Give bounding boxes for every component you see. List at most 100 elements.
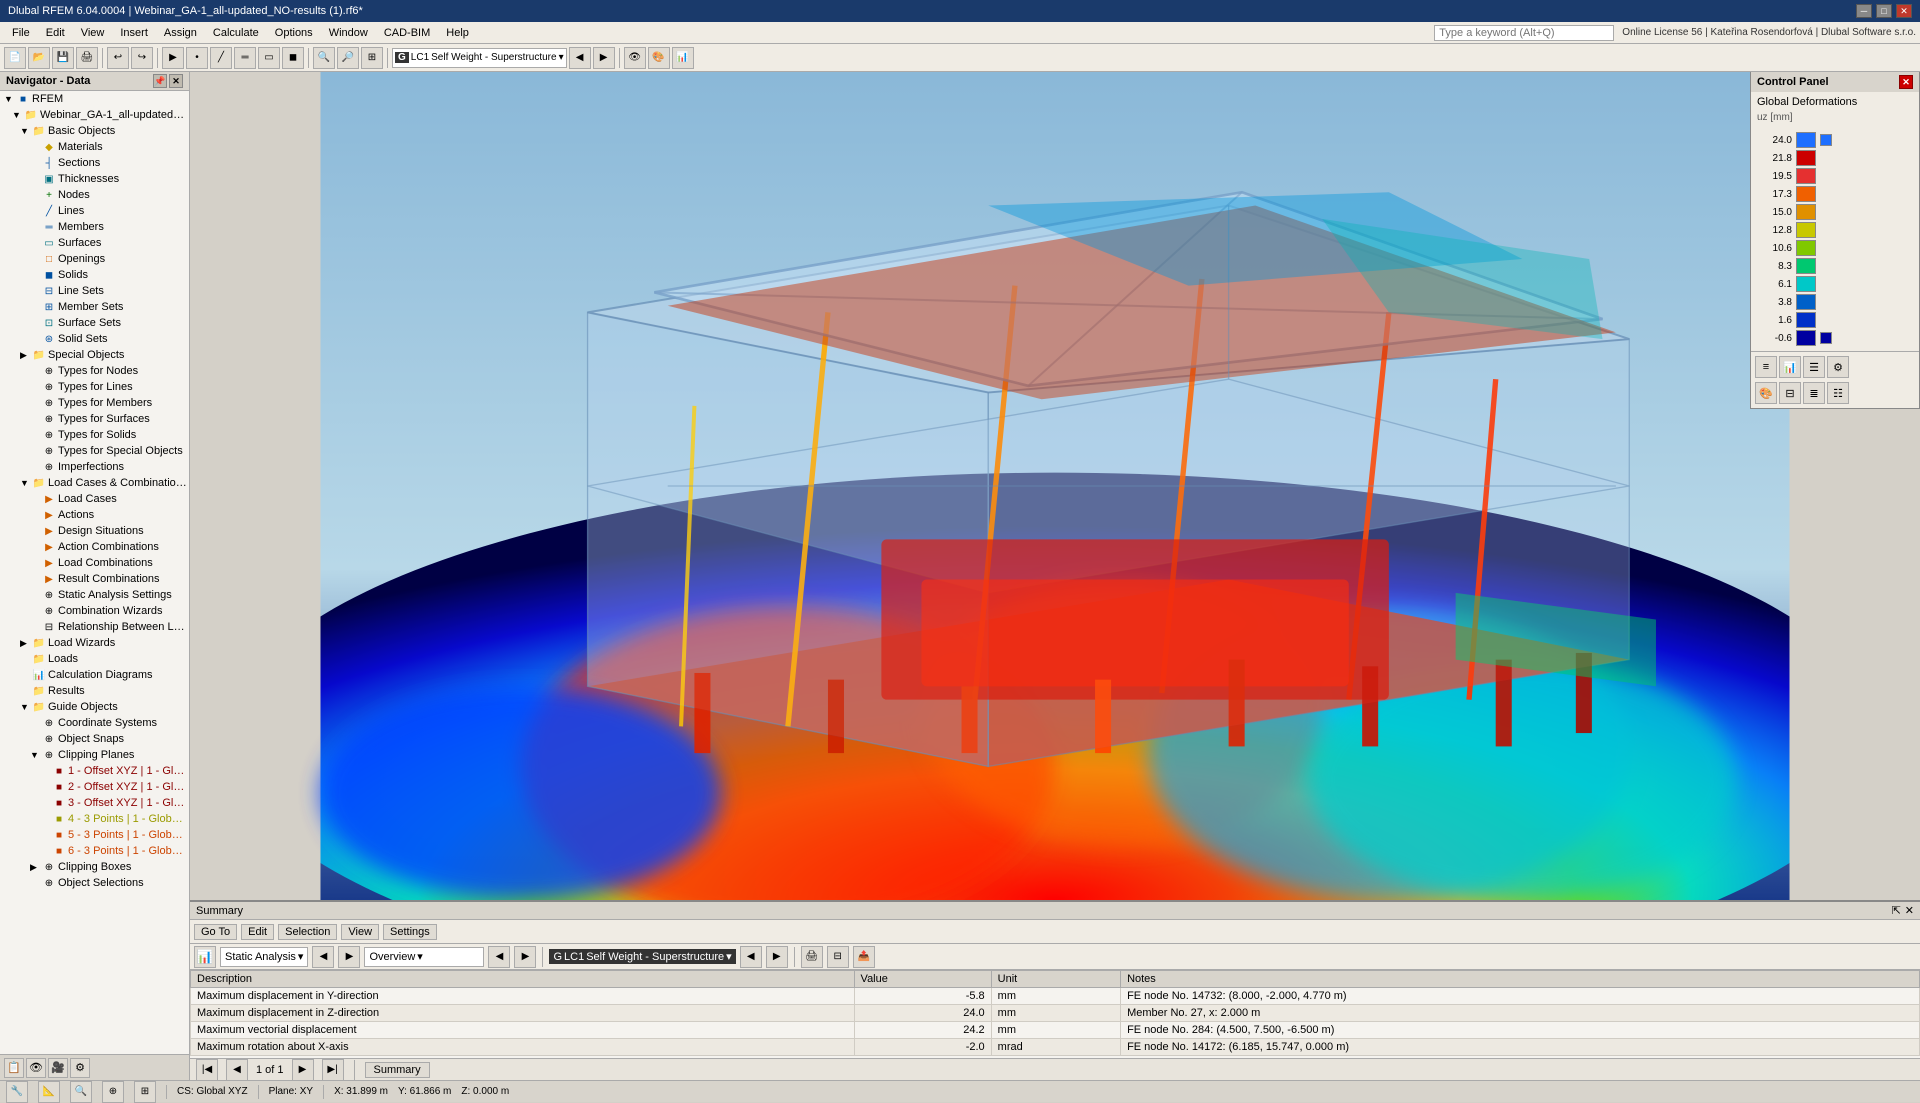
tree-combination-wizards[interactable]: ⊕ Combination Wizards — [0, 603, 189, 619]
solid-button[interactable]: ◼ — [282, 47, 304, 69]
menu-window[interactable]: Window — [321, 25, 376, 41]
surface-button[interactable]: ▭ — [258, 47, 280, 69]
tree-imperfections[interactable]: ⊕ Imperfections — [0, 459, 189, 475]
filter-results-btn[interactable]: ⊟ — [827, 946, 849, 968]
tree-surfaces[interactable]: ▭ Surfaces — [0, 235, 189, 251]
select-button[interactable]: ▶ — [162, 47, 184, 69]
zoom-out-button[interactable]: 🔎 — [337, 47, 359, 69]
prev-page-btn[interactable]: ◀ — [312, 946, 334, 968]
tree-guide-objects[interactable]: ▼ 📁 Guide Objects — [0, 699, 189, 715]
menu-cad-bim[interactable]: CAD-BIM — [376, 25, 438, 41]
prev-page-footer-btn[interactable]: ◀ — [226, 1059, 248, 1081]
close-button[interactable]: ✕ — [1896, 4, 1912, 18]
tree-coordinate-systems[interactable]: ⊕ Coordinate Systems — [0, 715, 189, 731]
tree-types-solids[interactable]: ⊕ Types for Solids — [0, 427, 189, 443]
export-results-btn[interactable]: 📤 — [853, 946, 875, 968]
tree-action-combinations[interactable]: ▶ Action Combinations — [0, 539, 189, 555]
first-page-btn[interactable]: |◀ — [196, 1059, 218, 1081]
tree-members[interactable]: ═ Members — [0, 219, 189, 235]
result-display-button[interactable]: 📊 — [672, 47, 694, 69]
next-page-footer-btn[interactable]: ▶ — [292, 1059, 314, 1081]
tree-relationship-load[interactable]: ⊟ Relationship Between Load C — [0, 619, 189, 635]
tree-types-members[interactable]: ⊕ Types for Members — [0, 395, 189, 411]
tree-cp-5[interactable]: ■ 5 - 3 Points | 1 - Global XYZ — [0, 827, 189, 843]
tree-results[interactable]: 📁 Results — [0, 683, 189, 699]
display-button[interactable]: 👁 — [624, 47, 646, 69]
render-button[interactable]: 🎨 — [648, 47, 670, 69]
goto-button[interactable]: Go To — [194, 924, 237, 940]
tree-actions[interactable]: ▶ Actions — [0, 507, 189, 523]
tree-openings[interactable]: □ Openings — [0, 251, 189, 267]
nav-data-button[interactable]: 📋 — [4, 1058, 24, 1078]
tree-line-sets[interactable]: ⊟ Line Sets — [0, 283, 189, 299]
nav-settings-button[interactable]: ⚙ — [70, 1058, 90, 1078]
tree-surface-sets[interactable]: ⊡ Surface Sets — [0, 315, 189, 331]
menu-calculate[interactable]: Calculate — [205, 25, 267, 41]
maximize-button[interactable]: □ — [1876, 4, 1892, 18]
menu-edit[interactable]: Edit — [38, 25, 73, 41]
prev-lc-btn[interactable]: ◀ — [740, 946, 762, 968]
minimize-button[interactable]: ─ — [1856, 4, 1872, 18]
next-lc-button[interactable]: ▶ — [593, 47, 615, 69]
tree-load-wizards[interactable]: ▶ 📁 Load Wizards — [0, 635, 189, 651]
cp-chart-btn[interactable]: 📊 — [1779, 356, 1801, 378]
tree-object-selections[interactable]: ⊕ Object Selections — [0, 875, 189, 891]
tree-calc-diagrams[interactable]: 📊 Calculation Diagrams — [0, 667, 189, 683]
tree-special-objects[interactable]: ▶ 📁 Special Objects — [0, 347, 189, 363]
undo-button[interactable]: ↩ — [107, 47, 129, 69]
view-type-dropdown[interactable]: Overview ▾ — [364, 947, 484, 967]
print-results-btn[interactable]: 🖨 — [801, 946, 823, 968]
tree-types-lines[interactable]: ⊕ Types for Lines — [0, 379, 189, 395]
tree-clipping-boxes[interactable]: ▶ ⊕ Clipping Boxes — [0, 859, 189, 875]
tree-basic-objects[interactable]: ▼ 📁 Basic Objects — [0, 123, 189, 139]
tree-design-situations[interactable]: ▶ Design Situations — [0, 523, 189, 539]
fit-button[interactable]: ⊞ — [361, 47, 383, 69]
menu-assign[interactable]: Assign — [156, 25, 205, 41]
tree-cp-4[interactable]: ■ 4 - 3 Points | 1 - Global X — [0, 811, 189, 827]
menu-options[interactable]: Options — [267, 25, 321, 41]
status-icon-2[interactable]: 📐 — [38, 1081, 60, 1103]
status-icon-3[interactable]: 🔍 — [70, 1081, 92, 1103]
tree-solid-sets[interactable]: ⊛ Solid Sets — [0, 331, 189, 347]
print-button[interactable]: 🖨 — [76, 47, 98, 69]
save-button[interactable]: 💾 — [52, 47, 74, 69]
redo-button[interactable]: ↪ — [131, 47, 153, 69]
tree-nodes[interactable]: + Nodes — [0, 187, 189, 203]
nav-view-button[interactable]: 🎥 — [48, 1058, 68, 1078]
menu-file[interactable]: File — [4, 25, 38, 41]
new-button[interactable]: 📄 — [4, 47, 26, 69]
tree-object-snaps[interactable]: ⊕ Object Snaps — [0, 731, 189, 747]
tree-cp-2[interactable]: ■ 2 - Offset XYZ | 1 - Global X — [0, 779, 189, 795]
menu-insert[interactable]: Insert — [112, 25, 156, 41]
cp-settings-btn[interactable]: ⚙ — [1827, 356, 1849, 378]
tree-types-special[interactable]: ⊕ Types for Special Objects — [0, 443, 189, 459]
results-close-btn[interactable]: ✕ — [1905, 904, 1914, 917]
prev-view-btn[interactable]: ◀ — [488, 946, 510, 968]
tree-load-cases-comb[interactable]: ▼ 📁 Load Cases & Combinations — [0, 475, 189, 491]
nav-pin-button[interactable]: 📌 — [153, 74, 167, 88]
prev-lc-button[interactable]: ◀ — [569, 47, 591, 69]
tree-load-cases[interactable]: ▶ Load Cases — [0, 491, 189, 507]
tree-types-nodes[interactable]: ⊕ Types for Nodes — [0, 363, 189, 379]
cp-table-btn[interactable]: ≡ — [1755, 356, 1777, 378]
lc-dropdown-arrow[interactable]: ▾ — [559, 52, 564, 63]
next-page-btn[interactable]: ▶ — [338, 946, 360, 968]
sheet-tab[interactable]: Summary — [365, 1062, 430, 1078]
line-button[interactable]: ╱ — [210, 47, 232, 69]
analysis-type-dropdown[interactable]: Static Analysis ▾ — [220, 947, 308, 967]
zoom-in-button[interactable]: 🔍 — [313, 47, 335, 69]
node-button[interactable]: • — [186, 47, 208, 69]
tree-cp-6[interactable]: ■ 6 - 3 Points | 1 - Global X — [0, 843, 189, 859]
status-icon-4[interactable]: ⊕ — [102, 1081, 124, 1103]
nav-display-button[interactable]: 👁 — [26, 1058, 46, 1078]
menu-view[interactable]: View — [73, 25, 113, 41]
tree-project[interactable]: ▼ 📁 Webinar_GA-1_all-updated_NO-resul — [0, 107, 189, 123]
tree-load-combinations[interactable]: ▶ Load Combinations — [0, 555, 189, 571]
tree-result-combinations[interactable]: ▶ Result Combinations — [0, 571, 189, 587]
view-button[interactable]: View — [341, 924, 379, 940]
cp-filter-btn[interactable]: ⊟ — [1779, 382, 1801, 404]
tree-clipping-planes[interactable]: ▼ ⊕ Clipping Planes — [0, 747, 189, 763]
tree-types-surfaces[interactable]: ⊕ Types for Surfaces — [0, 411, 189, 427]
open-button[interactable]: 📂 — [28, 47, 50, 69]
search-input[interactable] — [1434, 25, 1614, 41]
